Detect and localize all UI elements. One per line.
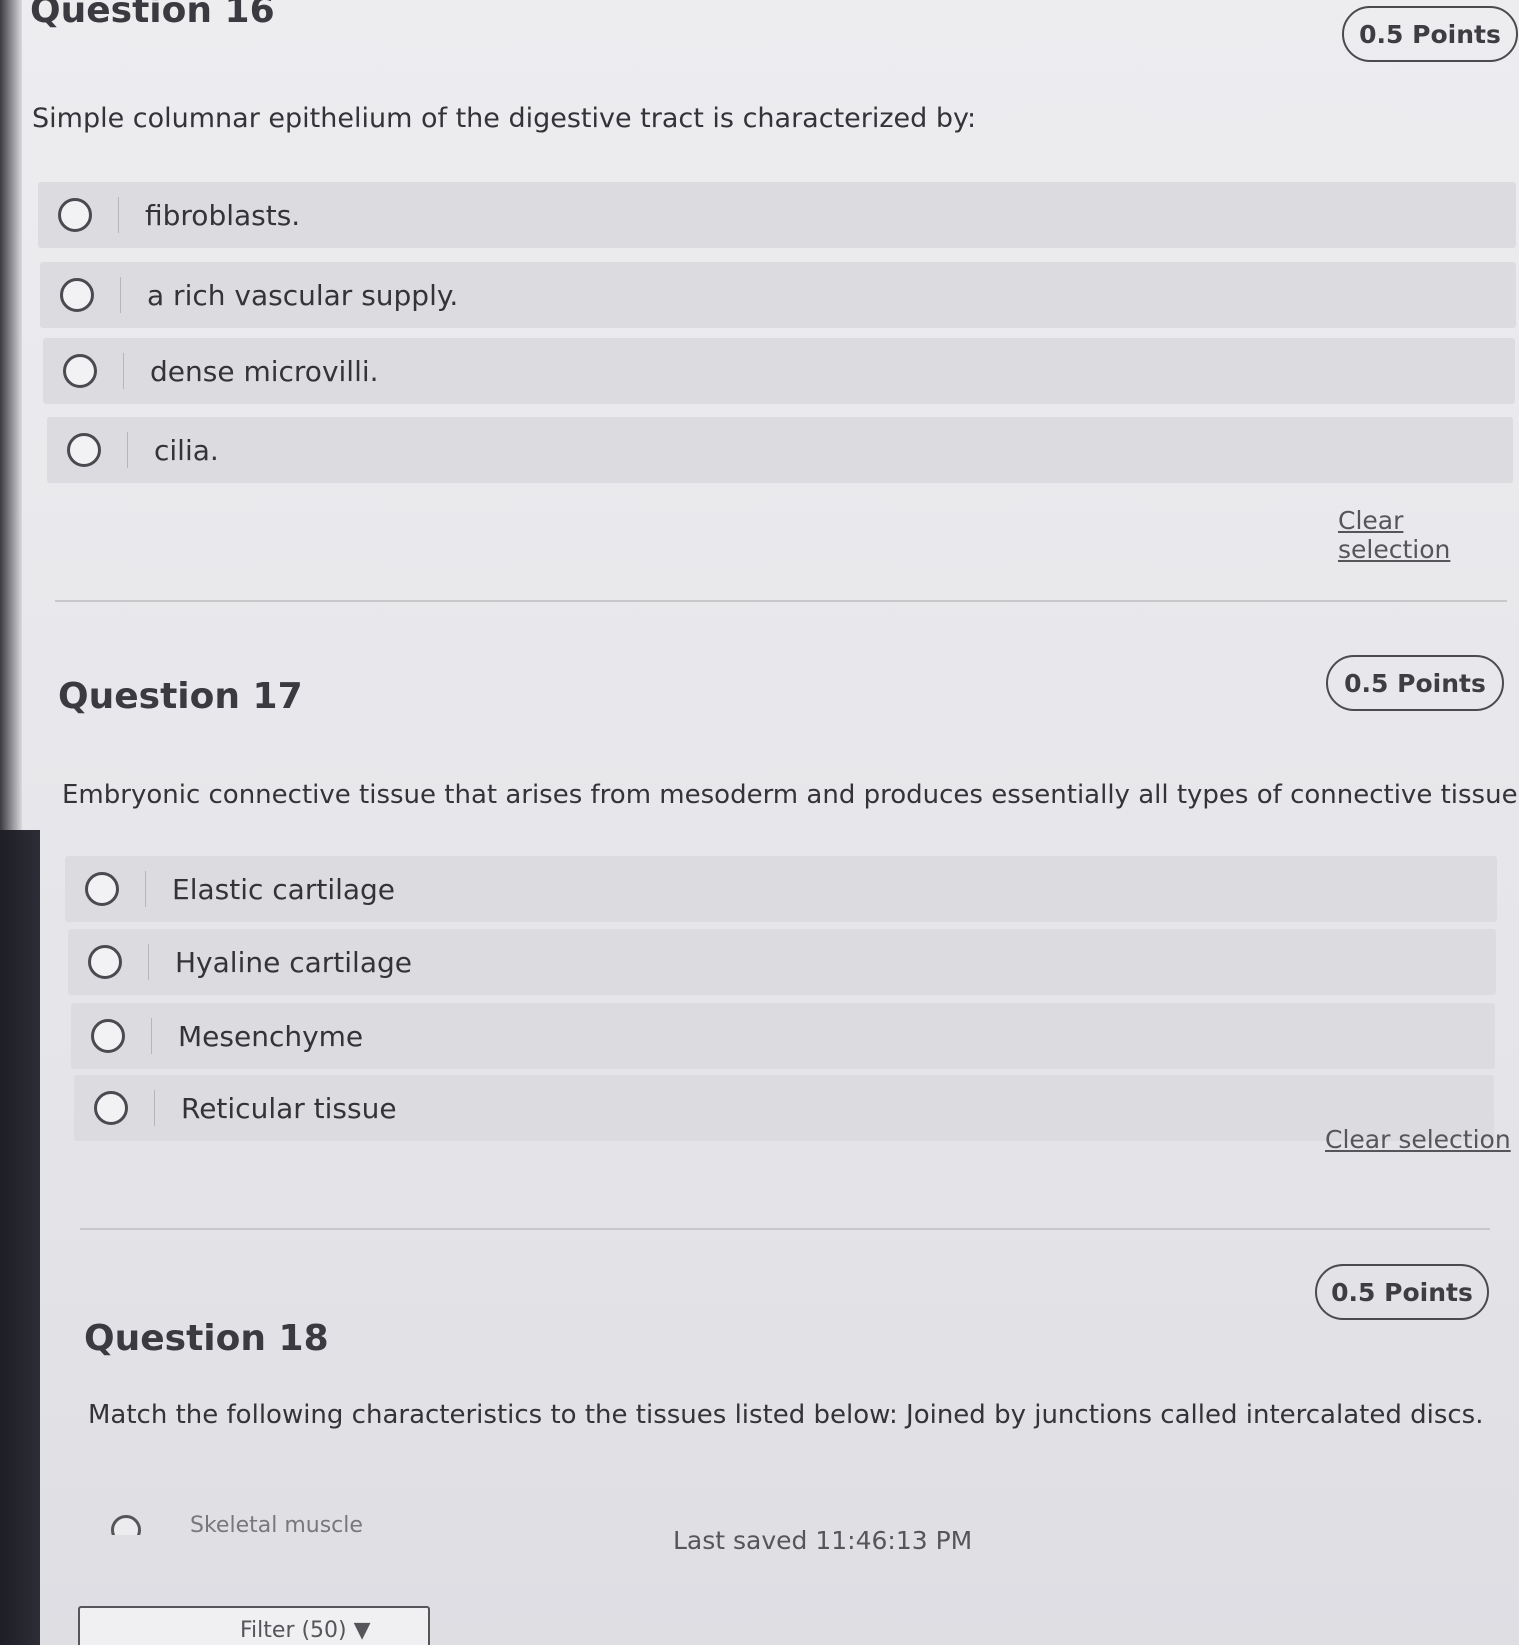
radio-button[interactable] xyxy=(67,433,101,467)
option-label: Hyaline cartilage xyxy=(175,945,412,979)
option-separator xyxy=(120,277,121,313)
option-separator xyxy=(123,353,124,389)
question-16-option-3[interactable]: dense microvilli. xyxy=(43,338,1515,404)
option-separator xyxy=(127,432,128,468)
question-17-clear-selection-link[interactable]: Clear selection xyxy=(1325,1125,1511,1154)
option-label: Skeletal muscle xyxy=(190,1513,363,1535)
option-separator xyxy=(145,871,146,907)
question-16-prompt: Simple columnar epithelium of the digest… xyxy=(32,103,977,134)
radio-button[interactable] xyxy=(91,1019,125,1053)
question-16-points-badge: 0.5 Points xyxy=(1342,6,1518,62)
question-16-option-1[interactable]: fibroblasts. xyxy=(38,182,1516,248)
question-17-option-2[interactable]: Hyaline cartilage xyxy=(68,929,1496,995)
radio-button[interactable] xyxy=(58,198,92,232)
option-separator xyxy=(154,1090,155,1126)
screen-edge-top xyxy=(0,0,22,830)
option-label: Reticular tissue xyxy=(181,1091,397,1125)
screen-edge xyxy=(0,830,40,1645)
radio-button[interactable] xyxy=(85,872,119,906)
option-separator xyxy=(148,944,149,980)
question-17-prompt: Embryonic connective tissue that arises … xyxy=(62,780,1519,810)
filter-label: Filter (50) ▼ xyxy=(240,1618,371,1643)
question-16-title: Question 16 xyxy=(30,0,275,31)
option-label: Elastic cartilage xyxy=(172,872,396,906)
question-divider xyxy=(80,1228,1490,1230)
chevron-down-icon: ▼ xyxy=(353,1618,371,1643)
option-label: dense microvilli. xyxy=(150,354,379,388)
radio-button[interactable] xyxy=(60,278,94,312)
quiz-page: Question 16 0.5 Points Simple columnar e… xyxy=(0,0,1519,1645)
question-16-clear-selection-link[interactable]: Clear selection xyxy=(1338,506,1519,564)
question-17-title: Question 17 xyxy=(58,676,303,717)
option-label: fibroblasts. xyxy=(145,198,301,232)
option-separator xyxy=(151,1018,152,1054)
option-label: a rich vascular supply. xyxy=(147,278,459,312)
question-17-points-badge: 0.5 Points xyxy=(1326,655,1504,711)
option-label: cilia. xyxy=(154,433,219,467)
radio-button[interactable] xyxy=(63,354,97,388)
question-divider xyxy=(55,600,1507,602)
option-separator xyxy=(118,197,119,233)
question-17-option-4[interactable]: Reticular tissue xyxy=(74,1075,1494,1141)
question-18-points-badge: 0.5 Points xyxy=(1315,1264,1489,1320)
question-18-title: Question 18 xyxy=(84,1318,329,1359)
radio-button[interactable] xyxy=(94,1091,128,1125)
question-17-option-3[interactable]: Mesenchyme xyxy=(71,1003,1495,1069)
question-17-option-1[interactable]: Elastic cartilage xyxy=(65,856,1497,922)
last-saved-status: Last saved 11:46:13 PM xyxy=(673,1526,973,1555)
radio-button[interactable] xyxy=(88,945,122,979)
option-label: Mesenchyme xyxy=(178,1019,364,1053)
question-16-option-2[interactable]: a rich vascular supply. xyxy=(40,262,1516,328)
question-18-prompt: Match the following characteristics to t… xyxy=(88,1400,1484,1430)
question-16-option-4[interactable]: cilia. xyxy=(47,417,1513,483)
radio-button[interactable] xyxy=(111,1515,141,1535)
